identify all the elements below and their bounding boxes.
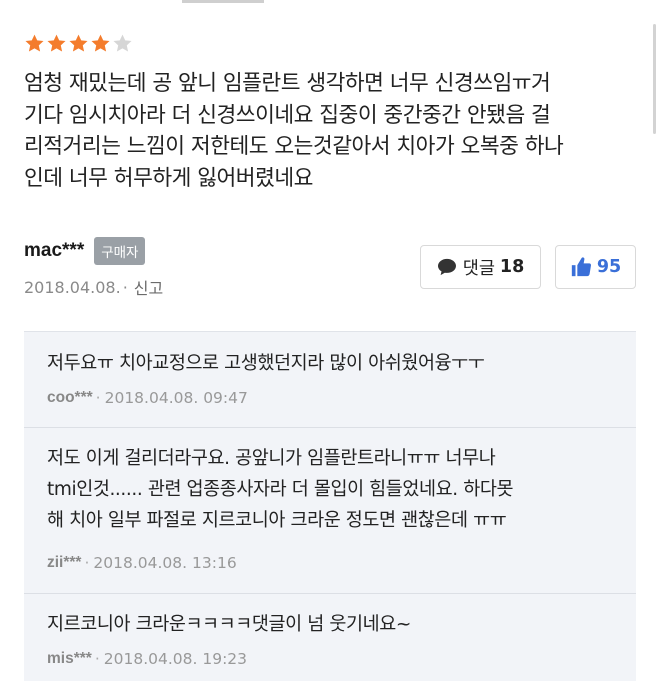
comment-meta: zii*** · 2018.04.08. 13:16 [47,554,237,572]
star-icon [113,34,132,52]
star-icon [91,34,110,52]
meta-separator: · [84,554,90,572]
star-icon [69,34,88,52]
review-text: 엄청 재밌는데 공 앞니 임플란트 생각하면 너무 신경쓰임ㅠ거 기다 임시치아… [24,68,634,194]
comment-item: 저두요ㅠ 치아교정으로 고생했던지라 많이 아쉬웠어융ㅜㅜ coo*** · 2… [24,332,636,428]
review-text-line: 기다 임시치아라 더 신경쓰이네요 집중이 중간중간 안됐음 걸 [24,102,551,128]
review-author-row: mac*** 구매자 [24,236,146,266]
comment-author: mis*** [47,650,92,667]
comment-button-label: 댓글 [462,258,495,279]
review-text-line: 인데 너무 허무하게 잃어버렸네요 [24,165,313,191]
star-icon [47,34,66,52]
comment-datetime: 2018.04.08. 13:16 [93,554,237,572]
comment-author: zii*** [47,554,82,571]
buyer-badge: 구매자 [94,237,146,265]
comment-meta: coo*** · 2018.04.08. 09:47 [47,389,248,407]
comment-text-line: 지르코니아 크라운ㅋㅋㅋㅋ댓글이 넘 웃기네요~ [47,614,411,635]
comment-text: 저두요ㅠ 치아교정으로 고생했던지라 많이 아쉬웠어융ㅜㅜ [47,348,622,379]
comment-item: 저도 이게 걸리더라구요. 공앞니가 임플란트라니ㅠㅠ 너무나 tmi인것...… [24,428,636,594]
star-rating [24,33,134,54]
comment-text-line: tmi인것...... 관련 업종종사자라 더 몰입이 힘들었네요. 하다못 [47,479,514,500]
comment-text: 지르코니아 크라운ㅋㅋㅋㅋ댓글이 넘 웃기네요~ [47,609,622,640]
comment-item: 지르코니아 크라운ㅋㅋㅋㅋ댓글이 넘 웃기네요~ mis*** · 2018.0… [24,594,636,681]
like-count: 95 [596,257,622,277]
meta-separator: · [95,389,101,407]
meta-separator: · [94,650,100,668]
comment-button[interactable]: 댓글 18 [420,245,541,289]
meta-separator: · [122,277,128,297]
review-date: 2018.04.08. [24,277,121,297]
comment-count: 18 [499,257,525,277]
comment-datetime: 2018.04.08. 09:47 [104,389,248,407]
comment-text-line: 저두요ㅠ 치아교정으로 고생했던지라 많이 아쉬웠어융ㅜㅜ [47,353,485,374]
comment-datetime: 2018.04.08. 19:23 [103,650,248,668]
review-author: mac*** [24,240,85,261]
comment-text-line: 저도 이게 걸리더라구요. 공앞니가 임플란트라니ㅠㅠ 너무나 [47,448,496,469]
review-meta: 2018.04.08. · 신고 [24,275,163,299]
review-card: 엄청 재밌는데 공 앞니 임플란트 생각하면 너무 신경쓰임ㅠ거 기다 임시치아… [0,0,660,330]
comment-text: 저도 이게 걸리더라구요. 공앞니가 임플란트라니ㅠㅠ 너무나 tmi인것...… [47,443,622,536]
speech-bubble-icon [437,258,456,276]
comment-author: coo*** [47,389,93,406]
comment-text-line: 해 치아 일부 파절로 지르코니아 크라운 정도면 괜찮은데 ㅠㅠ [47,510,507,531]
review-text-line: 엄청 재밌는데 공 앞니 임플란트 생각하면 너무 신경쓰임ㅠ거 [24,71,551,96]
like-button[interactable]: 95 [555,245,636,289]
comment-list: 저두요ㅠ 치아교정으로 고생했던지라 많이 아쉬웠어융ㅜㅜ coo*** · 2… [24,331,636,681]
report-link[interactable]: 신고 [134,275,163,299]
review-text-line: 리적거리는 느낌이 저한테도 오는것같아서 치아가 오복중 하나 [24,134,564,159]
comment-meta: mis*** · 2018.04.08. 19:23 [47,650,247,668]
thumbs-up-icon [571,257,591,277]
star-icon [25,34,44,52]
